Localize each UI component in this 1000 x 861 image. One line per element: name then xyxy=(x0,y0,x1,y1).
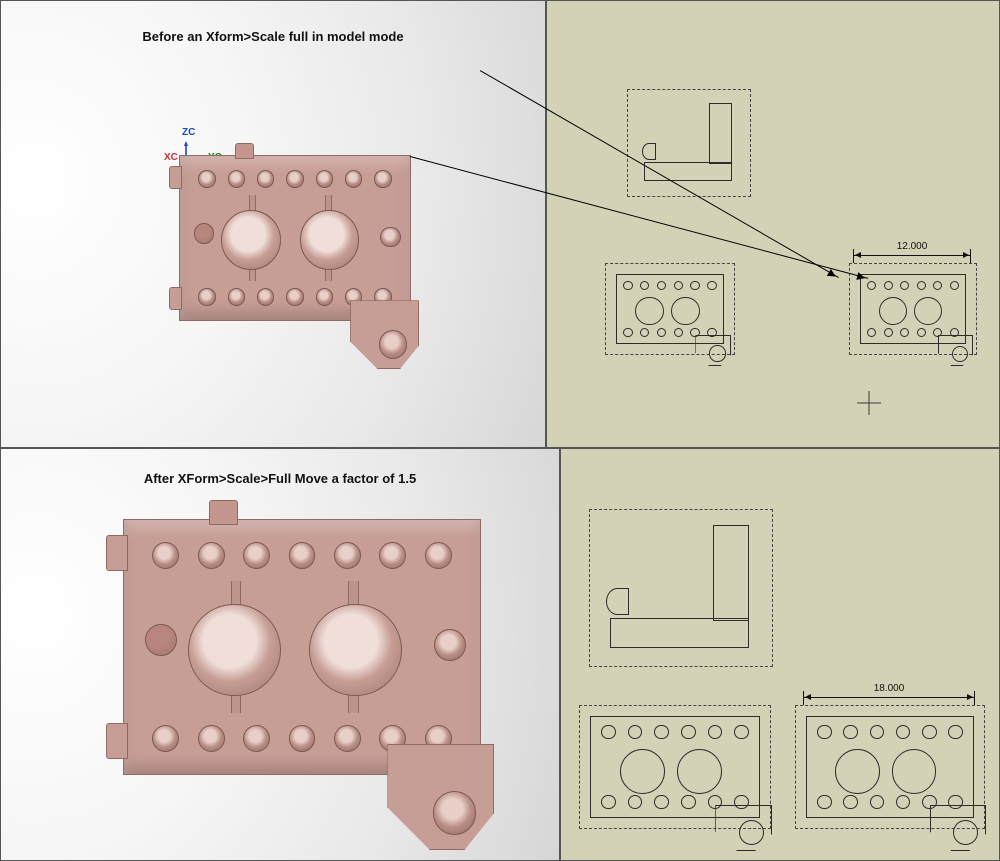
draft-top-view[interactable] xyxy=(627,89,751,197)
solid-model-before[interactable] xyxy=(179,155,411,321)
after-title: After XForm>Scale>Full Move a factor of … xyxy=(1,471,559,486)
before-drafting-viewport[interactable]: 12.000 xyxy=(546,0,1000,448)
after-3d-viewport[interactable]: After XForm>Scale>Full Move a factor of … xyxy=(0,448,560,861)
draft-left-view[interactable] xyxy=(579,705,771,829)
dimension-value: 18.000 xyxy=(874,683,905,694)
dimension-after[interactable]: 18.000 xyxy=(803,683,975,694)
solid-model-after[interactable] xyxy=(123,519,481,775)
before-title: Before an Xform>Scale full in model mode xyxy=(1,29,545,44)
before-3d-viewport[interactable]: Before an Xform>Scale full in model mode… xyxy=(0,0,546,448)
crosshair-icon xyxy=(857,391,881,415)
axis-x-label: XC xyxy=(164,152,178,163)
draft-left-view[interactable] xyxy=(605,263,735,355)
dimension-before[interactable]: 12.000 xyxy=(853,241,971,252)
draft-top-view[interactable] xyxy=(589,509,773,667)
dimension-value: 12.000 xyxy=(897,241,928,252)
after-drafting-viewport[interactable]: 18.000 xyxy=(560,448,1000,861)
axis-z-label: ZC xyxy=(182,127,195,138)
draft-right-view[interactable] xyxy=(795,705,985,829)
